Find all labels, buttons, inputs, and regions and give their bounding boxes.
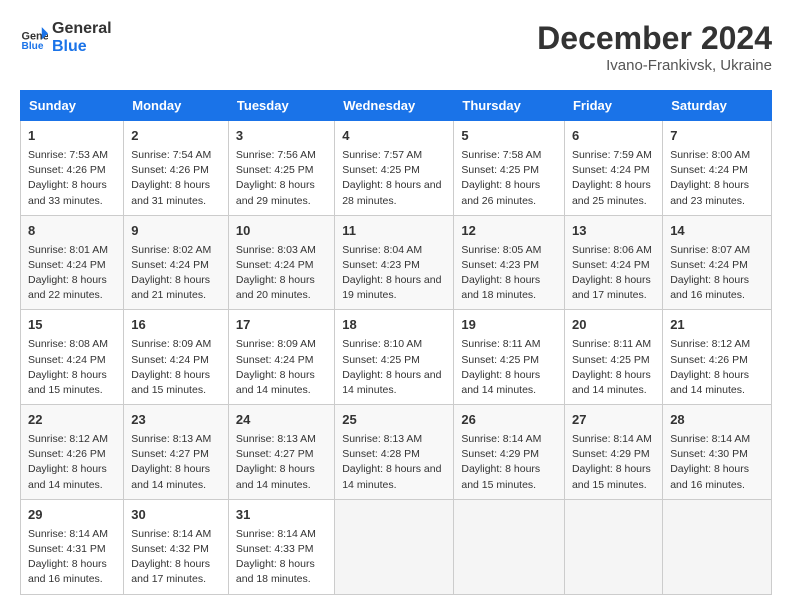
logo-subtext: Blue (52, 38, 112, 56)
day-number: 4 (342, 127, 446, 146)
day-cell: 26Sunrise: 8:14 AMSunset: 4:29 PMDayligh… (454, 405, 565, 500)
day-cell: 8Sunrise: 8:01 AMSunset: 4:24 PMDaylight… (21, 215, 124, 310)
svg-text:Blue: Blue (22, 40, 44, 51)
day-number: 23 (131, 411, 221, 430)
day-cell (564, 499, 662, 594)
calendar-table: SundayMondayTuesdayWednesdayThursdayFrid… (20, 90, 772, 595)
day-cell: 27Sunrise: 8:14 AMSunset: 4:29 PMDayligh… (564, 405, 662, 500)
week-row-5: 29Sunrise: 8:14 AMSunset: 4:31 PMDayligh… (21, 499, 772, 594)
day-number: 28 (670, 411, 764, 430)
day-number: 5 (461, 127, 557, 146)
day-number: 2 (131, 127, 221, 146)
day-number: 24 (236, 411, 327, 430)
day-number: 19 (461, 316, 557, 335)
day-cell: 1Sunrise: 7:53 AMSunset: 4:26 PMDaylight… (21, 121, 124, 216)
day-cell: 14Sunrise: 8:07 AMSunset: 4:24 PMDayligh… (663, 215, 772, 310)
day-number: 25 (342, 411, 446, 430)
day-cell: 3Sunrise: 7:56 AMSunset: 4:25 PMDaylight… (228, 121, 334, 216)
day-number: 14 (670, 222, 764, 241)
page-header: General Blue General Blue December 2024 … (20, 20, 772, 74)
day-cell: 17Sunrise: 8:09 AMSunset: 4:24 PMDayligh… (228, 310, 334, 405)
day-cell: 18Sunrise: 8:10 AMSunset: 4:25 PMDayligh… (335, 310, 454, 405)
day-number: 22 (28, 411, 116, 430)
day-cell: 30Sunrise: 8:14 AMSunset: 4:32 PMDayligh… (124, 499, 229, 594)
day-cell: 2Sunrise: 7:54 AMSunset: 4:26 PMDaylight… (124, 121, 229, 216)
day-cell: 21Sunrise: 8:12 AMSunset: 4:26 PMDayligh… (663, 310, 772, 405)
week-row-3: 15Sunrise: 8:08 AMSunset: 4:24 PMDayligh… (21, 310, 772, 405)
day-cell: 16Sunrise: 8:09 AMSunset: 4:24 PMDayligh… (124, 310, 229, 405)
day-number: 30 (131, 506, 221, 525)
day-number: 29 (28, 506, 116, 525)
col-header-tuesday: Tuesday (228, 91, 334, 121)
month-title: December 2024 (537, 20, 772, 57)
title-block: December 2024 Ivano-Frankivsk, Ukraine (537, 20, 772, 74)
day-number: 27 (572, 411, 655, 430)
day-number: 31 (236, 506, 327, 525)
col-header-sunday: Sunday (21, 91, 124, 121)
day-number: 6 (572, 127, 655, 146)
col-header-thursday: Thursday (454, 91, 565, 121)
day-cell: 25Sunrise: 8:13 AMSunset: 4:28 PMDayligh… (335, 405, 454, 500)
day-cell: 22Sunrise: 8:12 AMSunset: 4:26 PMDayligh… (21, 405, 124, 500)
week-row-4: 22Sunrise: 8:12 AMSunset: 4:26 PMDayligh… (21, 405, 772, 500)
day-number: 3 (236, 127, 327, 146)
col-header-saturday: Saturday (663, 91, 772, 121)
week-row-1: 1Sunrise: 7:53 AMSunset: 4:26 PMDaylight… (21, 121, 772, 216)
day-cell: 4Sunrise: 7:57 AMSunset: 4:25 PMDaylight… (335, 121, 454, 216)
day-number: 12 (461, 222, 557, 241)
header-row: SundayMondayTuesdayWednesdayThursdayFrid… (21, 91, 772, 121)
week-row-2: 8Sunrise: 8:01 AMSunset: 4:24 PMDaylight… (21, 215, 772, 310)
day-cell: 19Sunrise: 8:11 AMSunset: 4:25 PMDayligh… (454, 310, 565, 405)
logo-icon: General Blue (20, 24, 48, 52)
day-number: 11 (342, 222, 446, 241)
day-cell: 13Sunrise: 8:06 AMSunset: 4:24 PMDayligh… (564, 215, 662, 310)
day-number: 13 (572, 222, 655, 241)
col-header-monday: Monday (124, 91, 229, 121)
day-number: 7 (670, 127, 764, 146)
day-cell: 15Sunrise: 8:08 AMSunset: 4:24 PMDayligh… (21, 310, 124, 405)
day-cell: 6Sunrise: 7:59 AMSunset: 4:24 PMDaylight… (564, 121, 662, 216)
day-cell: 24Sunrise: 8:13 AMSunset: 4:27 PMDayligh… (228, 405, 334, 500)
day-number: 1 (28, 127, 116, 146)
location: Ivano-Frankivsk, Ukraine (537, 57, 772, 74)
col-header-friday: Friday (564, 91, 662, 121)
day-number: 17 (236, 316, 327, 335)
day-cell: 23Sunrise: 8:13 AMSunset: 4:27 PMDayligh… (124, 405, 229, 500)
day-cell: 12Sunrise: 8:05 AMSunset: 4:23 PMDayligh… (454, 215, 565, 310)
day-cell (335, 499, 454, 594)
day-number: 10 (236, 222, 327, 241)
day-cell: 11Sunrise: 8:04 AMSunset: 4:23 PMDayligh… (335, 215, 454, 310)
logo-text: General (52, 20, 112, 38)
day-cell: 31Sunrise: 8:14 AMSunset: 4:33 PMDayligh… (228, 499, 334, 594)
day-cell: 9Sunrise: 8:02 AMSunset: 4:24 PMDaylight… (124, 215, 229, 310)
day-cell: 29Sunrise: 8:14 AMSunset: 4:31 PMDayligh… (21, 499, 124, 594)
day-number: 26 (461, 411, 557, 430)
day-cell: 20Sunrise: 8:11 AMSunset: 4:25 PMDayligh… (564, 310, 662, 405)
day-cell: 28Sunrise: 8:14 AMSunset: 4:30 PMDayligh… (663, 405, 772, 500)
col-header-wednesday: Wednesday (335, 91, 454, 121)
day-cell (663, 499, 772, 594)
day-cell (454, 499, 565, 594)
day-number: 16 (131, 316, 221, 335)
day-cell: 10Sunrise: 8:03 AMSunset: 4:24 PMDayligh… (228, 215, 334, 310)
day-cell: 5Sunrise: 7:58 AMSunset: 4:25 PMDaylight… (454, 121, 565, 216)
day-number: 21 (670, 316, 764, 335)
day-number: 20 (572, 316, 655, 335)
logo: General Blue General Blue (20, 20, 112, 55)
day-number: 15 (28, 316, 116, 335)
day-number: 9 (131, 222, 221, 241)
day-number: 18 (342, 316, 446, 335)
day-cell: 7Sunrise: 8:00 AMSunset: 4:24 PMDaylight… (663, 121, 772, 216)
day-number: 8 (28, 222, 116, 241)
